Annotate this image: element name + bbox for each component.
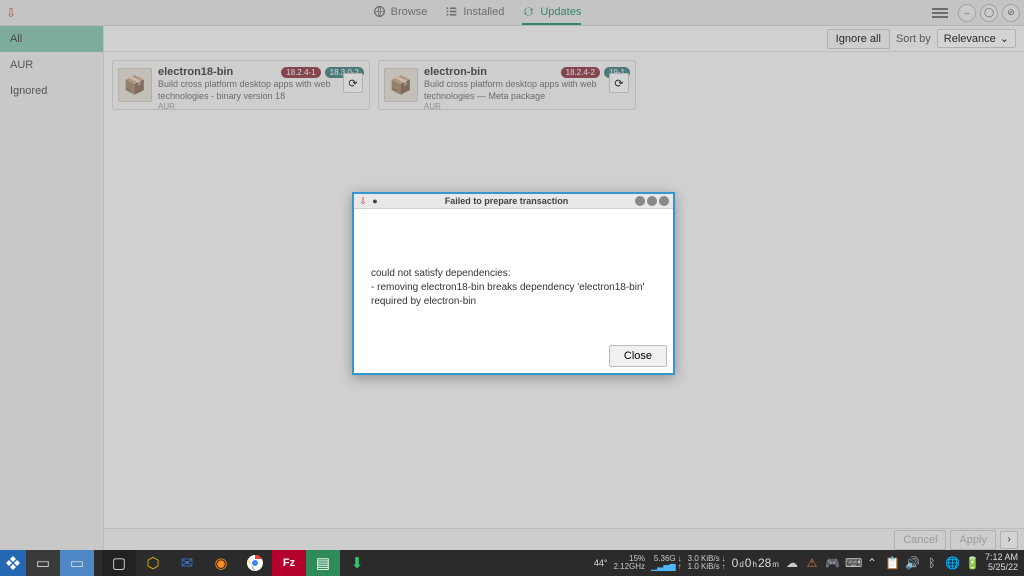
- error-line-2: - removing electron18-bin breaks depende…: [371, 281, 656, 309]
- tray-battery-icon[interactable]: 🔋: [965, 556, 979, 570]
- tray-volume-icon[interactable]: 🔊: [905, 556, 919, 570]
- mem-indicator[interactable]: 5.36G↓ ▁▃▅▆↑: [651, 555, 682, 571]
- tray-network-icon[interactable]: 🌐: [945, 556, 959, 570]
- temp-indicator[interactable]: 44°: [594, 558, 608, 568]
- tray-chevron-up-icon[interactable]: ⌃: [865, 556, 879, 570]
- taskbar-chrome[interactable]: [238, 550, 272, 576]
- taskbar-firefox[interactable]: ◉: [204, 550, 238, 576]
- taskbar-filezilla[interactable]: Fz: [272, 550, 306, 576]
- cpu-indicator[interactable]: 15% 2.12GHz: [613, 555, 645, 571]
- taskbar-thunderbird[interactable]: ✉: [170, 550, 204, 576]
- taskbar-spacer: [94, 550, 102, 576]
- taskbar-clock[interactable]: 7:12 AM 5/25/22: [985, 553, 1018, 573]
- dialog-title: Failed to prepare transaction: [380, 196, 633, 206]
- info-icon: ●: [370, 196, 380, 206]
- tray-warning-icon[interactable]: ⚠: [805, 556, 819, 570]
- net-indicator[interactable]: 3.0 KiB/s↓ 1.0 KiB/s↑: [688, 555, 726, 571]
- taskbar-desktop[interactable]: ▭: [26, 550, 60, 576]
- taskbar-window-preview[interactable]: ▭: [60, 550, 94, 576]
- taskbar-terminal[interactable]: ▢: [102, 550, 136, 576]
- tray-gamepad-icon[interactable]: 🎮: [825, 556, 839, 570]
- uptime-indicator[interactable]: 0d 0h 28m: [732, 556, 779, 570]
- tray-cloud-icon[interactable]: ☁: [785, 556, 799, 570]
- warning-icon: ⇩: [358, 196, 368, 206]
- dialog-maximize-button[interactable]: [647, 196, 657, 206]
- dialog-close-button[interactable]: [659, 196, 669, 206]
- error-dialog: ⇩ ● Failed to prepare transaction could …: [352, 192, 675, 375]
- taskbar-hexchat[interactable]: ⬡: [136, 550, 170, 576]
- dialog-titlebar[interactable]: ⇩ ● Failed to prepare transaction: [354, 194, 673, 209]
- dialog-minimize-button[interactable]: [635, 196, 645, 206]
- tray-bluetooth-icon[interactable]: ᛒ: [925, 556, 939, 570]
- dialog-body: could not satisfy dependencies: - removi…: [354, 209, 673, 339]
- dialog-close-ok-button[interactable]: Close: [609, 345, 667, 367]
- taskbar-libreoffice[interactable]: ▤: [306, 550, 340, 576]
- tray-keyboard-icon[interactable]: ⌨: [845, 556, 859, 570]
- start-menu-button[interactable]: [0, 550, 26, 576]
- error-line-1: could not satisfy dependencies:: [371, 267, 656, 281]
- taskbar: ▭ ▭ ▢ ⬡ ✉ ◉ Fz ▤ ⬇ 44° 15% 2.12GHz 5.36G…: [0, 550, 1024, 576]
- tray-clipboard-icon[interactable]: 📋: [885, 556, 899, 570]
- taskbar-downloader[interactable]: ⬇: [340, 550, 374, 576]
